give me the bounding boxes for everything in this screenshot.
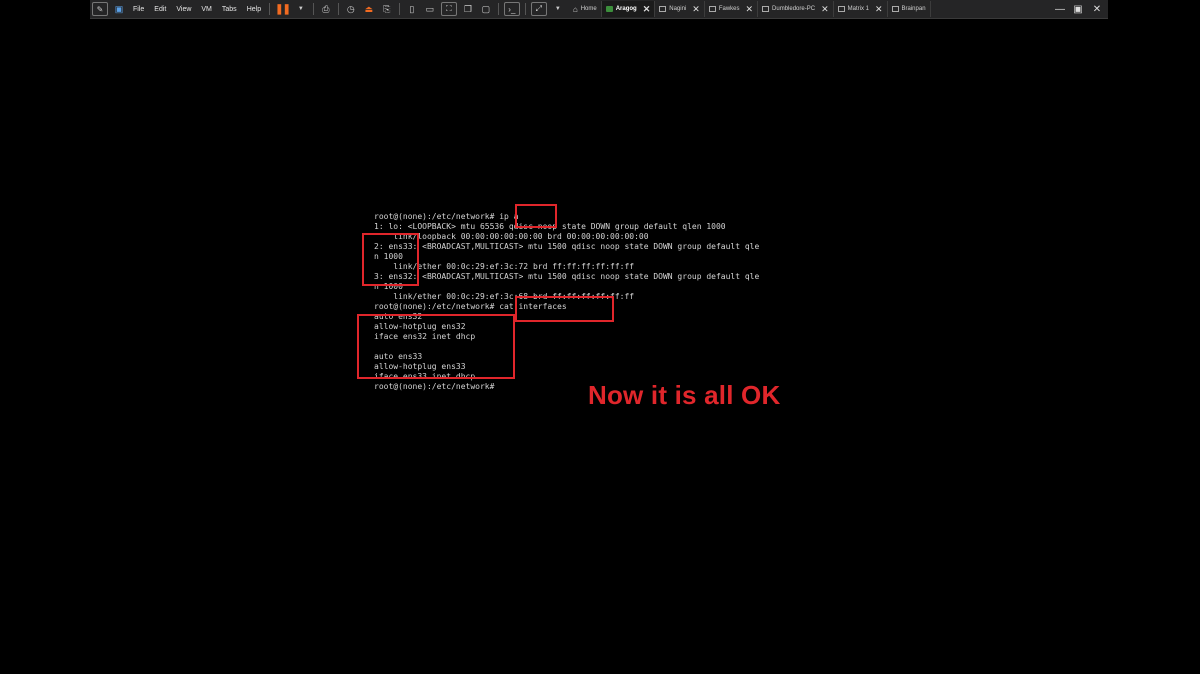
vm-tab-strip: ⌂ Home Aragog ✕ Nagini ✕ Fawkes ✕ Dumbledore-PC ✕… <box>569 1 931 17</box>
restore-icon[interactable]: ▣ <box>1069 0 1087 18</box>
sidebar-toggle-icon[interactable]: ▯ <box>405 2 419 16</box>
chevron-down-icon[interactable]: ▼ <box>294 2 308 16</box>
minimize-icon[interactable]: — <box>1051 0 1069 18</box>
toolbar-separator <box>497 3 499 15</box>
menu-item-vm[interactable]: VM <box>201 6 212 13</box>
tab-label: Home <box>580 6 597 12</box>
highlight-ip-a-command <box>515 204 557 228</box>
highlight-interfaces-file <box>357 314 515 379</box>
full-screen-icon[interactable]: ⛶ <box>440 2 457 16</box>
tab-label: Nagini <box>669 6 687 12</box>
terminal-line: n 1000 <box>374 282 403 291</box>
toolbar-separator <box>269 3 271 15</box>
vm-icon <box>837 6 845 12</box>
terminal-line: 3: ens32: <BROADCAST,MULTICAST> mtu 1500… <box>374 272 760 281</box>
terminal-line: link/loopback 00:00:00:00:00:00 brd 00:0… <box>374 232 649 241</box>
close-icon[interactable]: ✕ <box>1088 0 1106 18</box>
toolbar-separator <box>524 3 526 15</box>
close-tab-icon[interactable]: ✕ <box>746 4 754 15</box>
workstation-logo-icon[interactable]: ▣ <box>112 2 126 16</box>
vm-icon <box>708 6 716 12</box>
snapshot-manager-icon[interactable]: ⎘ <box>380 2 394 16</box>
toolbar-separator <box>312 3 314 15</box>
highlight-interface-names <box>362 233 419 286</box>
tab-label: Fawkes <box>718 6 740 12</box>
tab-label: Brainpan <box>901 6 926 12</box>
chevron-down-icon[interactable]: ▼ <box>551 2 565 16</box>
vm-icon <box>762 6 770 12</box>
console-icon[interactable]: ›_ <box>503 2 520 16</box>
stretch-icon[interactable]: ▢ <box>479 2 493 16</box>
menu-item-file[interactable]: File <box>133 6 144 13</box>
terminal-line: link/ether 00:0c:29:ef:3c:72 brd ff:ff:f… <box>374 262 635 271</box>
menu-bar: File Edit View VM Tabs Help <box>128 6 266 13</box>
tab-matrix-1[interactable]: Matrix 1 ✕ <box>834 1 888 17</box>
close-tab-icon[interactable]: ✕ <box>821 4 829 15</box>
send-ctrl-alt-del-icon[interactable]: ⎙ <box>319 2 333 16</box>
terminal-line: 2: ens33: <BROADCAST,MULTICAST> mtu 1500… <box>374 242 760 251</box>
tab-label: Dumbledore-PC <box>772 6 816 12</box>
toolbar-separator <box>337 3 339 15</box>
thumbnail-bar-icon[interactable]: ▭ <box>423 2 437 16</box>
menu-item-edit[interactable]: Edit <box>154 6 166 13</box>
toolbar-separator <box>398 3 400 15</box>
tab-aragog[interactable]: Aragog ✕ <box>601 1 656 17</box>
menu-item-view[interactable]: View <box>176 6 191 13</box>
vm-icon <box>891 6 899 12</box>
tab-label: Aragog <box>615 6 637 12</box>
unity-icon[interactable]: ❐ <box>461 2 475 16</box>
tab-dumbledore-pc[interactable]: Dumbledore-PC ✕ <box>758 1 834 17</box>
close-tab-icon[interactable]: ✕ <box>692 4 700 15</box>
menu-item-tabs[interactable]: Tabs <box>222 6 237 13</box>
vmware-toolbar: ✎ ▣ File Edit View VM Tabs Help ❚❚ ▼ ⎙ ◷ ⏏ ⎘ … <box>90 0 1108 19</box>
close-tab-icon[interactable]: ✕ <box>643 4 651 15</box>
tab-nagini[interactable]: Nagini ✕ <box>655 1 705 17</box>
highlight-cat-interfaces-command <box>515 296 614 322</box>
terminal-line: 1: lo: <LOOPBACK> mtu 65536 qdisc noop s… <box>374 222 726 231</box>
tab-brainpan[interactable]: Brainpan <box>888 1 931 17</box>
revert-snapshot-icon[interactable]: ⏏ <box>362 2 376 16</box>
annotation-caption: Now it is all OK <box>588 380 781 410</box>
terminal-line: root@(none):/etc/network# ip a <box>374 212 519 221</box>
pin-icon[interactable]: ✎ <box>92 2 108 16</box>
vm-icon <box>659 6 667 12</box>
tab-label: Matrix 1 <box>847 6 869 12</box>
home-icon: ⌂ <box>572 4 578 14</box>
tab-home[interactable]: ⌂ Home <box>569 1 602 17</box>
terminal-line: n 1000 <box>374 252 403 261</box>
menu-item-help[interactable]: Help <box>247 6 261 13</box>
close-tab-icon[interactable]: ✕ <box>875 4 883 15</box>
pause-icon[interactable]: ❚❚ <box>275 2 291 16</box>
vm-icon <box>605 6 613 12</box>
snapshot-icon[interactable]: ◷ <box>344 2 358 16</box>
fit-guest-icon[interactable]: ⤢ <box>530 2 547 16</box>
tab-fawkes[interactable]: Fawkes ✕ <box>705 1 759 17</box>
